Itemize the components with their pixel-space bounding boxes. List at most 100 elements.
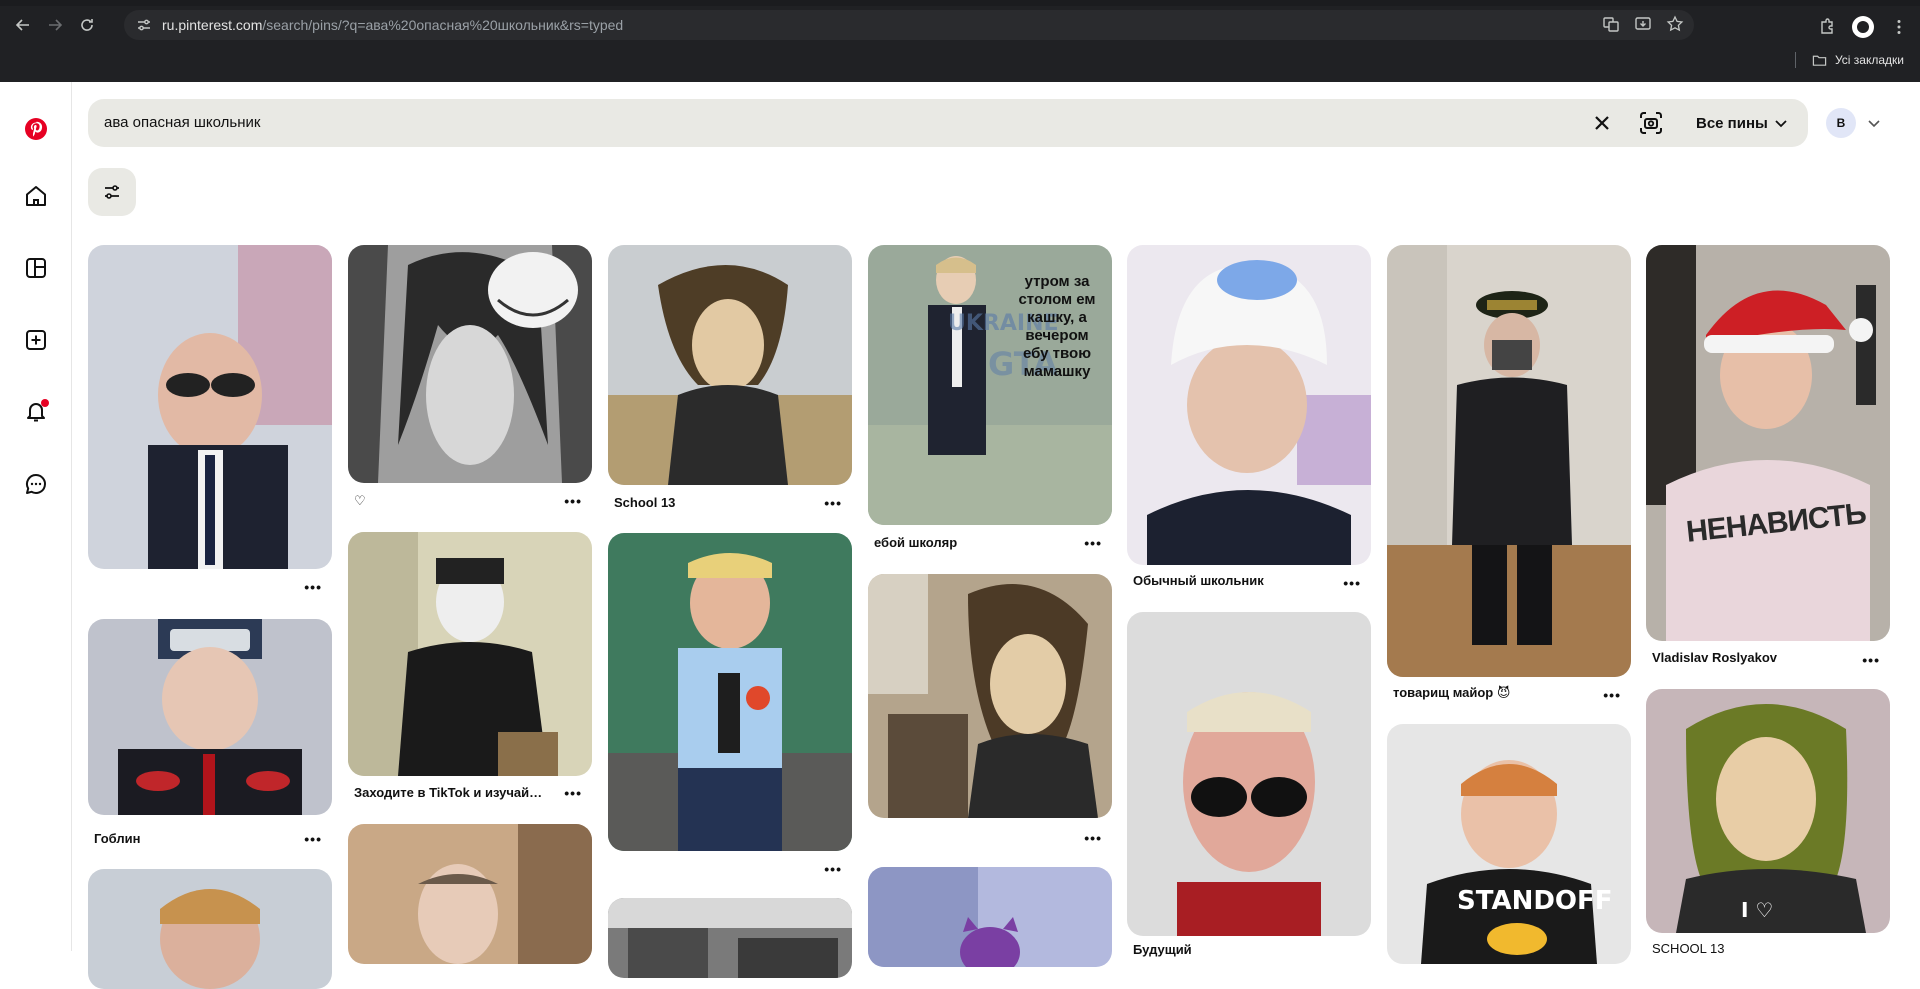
notification-dot bbox=[41, 399, 49, 407]
pin-more-button[interactable]: ••• bbox=[564, 785, 582, 801]
pin-title: ебой школяр bbox=[874, 535, 958, 550]
sidebar-item-notifications[interactable] bbox=[16, 392, 56, 432]
translate-icon[interactable] bbox=[1602, 15, 1620, 33]
extensions-icon[interactable] bbox=[1818, 18, 1836, 36]
svg-text:I ♡: I ♡ bbox=[1741, 898, 1773, 922]
pinterest-logo[interactable] bbox=[16, 109, 56, 149]
pin-image[interactable] bbox=[608, 898, 852, 978]
pin-more-button[interactable]: ••• bbox=[304, 831, 322, 847]
account-chevron-icon[interactable] bbox=[1866, 115, 1882, 131]
pin-card[interactable]: Гоблин ••• bbox=[88, 619, 332, 849]
pin-card[interactable]: ♡ ••• bbox=[348, 245, 592, 515]
search-input[interactable]: ава опасная школьник bbox=[104, 99, 260, 147]
forward-button[interactable] bbox=[42, 12, 68, 38]
all-bookmarks[interactable]: Усі закладки bbox=[1794, 52, 1904, 68]
pin-card[interactable]: ••• bbox=[868, 574, 1112, 846]
pin-image[interactable] bbox=[348, 824, 592, 964]
search-bar[interactable]: ава опасная школьник Все пины bbox=[88, 99, 1808, 147]
pin-image[interactable] bbox=[608, 245, 852, 485]
pin-image[interactable] bbox=[1387, 245, 1631, 677]
pin-more-button[interactable]: ••• bbox=[824, 861, 842, 877]
back-button[interactable] bbox=[10, 12, 36, 38]
pin-card[interactable]: НЕНАВИСТЬ Vladislav Roslyakov ••• bbox=[1646, 245, 1890, 668]
pin-card[interactable] bbox=[608, 898, 852, 978]
reload-button[interactable] bbox=[74, 12, 100, 38]
pin-more-button[interactable]: ••• bbox=[304, 579, 322, 595]
chat-bubble-icon bbox=[26, 474, 46, 494]
pin-card[interactable]: ••• bbox=[88, 245, 332, 605]
bookmarks-label: Усі закладки bbox=[1834, 53, 1904, 67]
browser-chrome: ru.pinterest.com/search/pins/?q=ава%20оп… bbox=[0, 0, 1920, 82]
pin-more-button[interactable]: ••• bbox=[564, 493, 582, 509]
pin-more-button[interactable]: ••• bbox=[1084, 830, 1102, 846]
pin-image[interactable] bbox=[348, 532, 592, 776]
pin-card[interactable]: Будущий bbox=[1127, 612, 1371, 957]
pin-card[interactable]: Обычный школьник ••• bbox=[1127, 245, 1371, 591]
explore-grid-icon bbox=[26, 258, 46, 278]
pin-image[interactable] bbox=[868, 574, 1112, 818]
sidebar-item-home[interactable] bbox=[16, 176, 56, 216]
url-path: /search/pins/?q=ава%20опасная%20школьник… bbox=[262, 17, 624, 33]
avatar[interactable]: B bbox=[1826, 108, 1856, 138]
pin-image[interactable] bbox=[348, 245, 592, 483]
install-app-icon[interactable] bbox=[1634, 15, 1652, 33]
arrow-right-icon bbox=[49, 19, 63, 31]
pin-card[interactable]: STANDOFF bbox=[1387, 724, 1631, 964]
pin-image[interactable] bbox=[88, 245, 332, 569]
pin-image[interactable] bbox=[868, 867, 1112, 967]
pin-card[interactable]: товарищ майор 😈 ••• bbox=[1387, 245, 1631, 715]
arrow-left-icon bbox=[15, 19, 29, 31]
address-bar[interactable]: ru.pinterest.com/search/pins/?q=ава%20оп… bbox=[124, 10, 1694, 40]
pin-more-button[interactable]: ••• bbox=[1862, 652, 1880, 668]
pin-card[interactable] bbox=[88, 869, 332, 989]
pin-title: School 13 bbox=[614, 495, 676, 510]
svg-text:STANDOFF: STANDOFF bbox=[1457, 886, 1613, 916]
pin-card[interactable]: Заходите в TikTok и изучайте... ••• bbox=[348, 532, 592, 802]
pin-card[interactable] bbox=[348, 824, 592, 964]
chevron-down-icon bbox=[1775, 120, 1787, 128]
pin-type-label: Все пины bbox=[1696, 114, 1768, 132]
pin-card[interactable]: ••• bbox=[608, 533, 852, 878]
pin-overlay-text: утром за столом ем кашку, а вечером ебу … bbox=[1018, 273, 1096, 380]
pin-image[interactable]: STANDOFF bbox=[1387, 724, 1631, 964]
pin-image[interactable]: I ♡ bbox=[1646, 689, 1890, 933]
close-icon[interactable] bbox=[1590, 111, 1614, 135]
sidebar-item-explore[interactable] bbox=[16, 248, 56, 288]
pin-image[interactable] bbox=[1127, 245, 1371, 565]
pin-title: Обычный школьник bbox=[1133, 573, 1264, 588]
pin-more-button[interactable]: ••• bbox=[824, 495, 842, 511]
pin-card[interactable]: School 13 ••• bbox=[608, 245, 852, 515]
pin-more-button[interactable]: ••• bbox=[1084, 535, 1102, 551]
pin-more-button[interactable]: ••• bbox=[1343, 575, 1361, 591]
home-icon bbox=[26, 186, 46, 206]
pin-image[interactable] bbox=[88, 869, 332, 989]
pin-image[interactable] bbox=[1127, 612, 1371, 936]
sliders-icon bbox=[105, 185, 119, 199]
pin-card[interactable]: I ♡ SCHOOL 13 bbox=[1646, 689, 1890, 956]
pin-image[interactable] bbox=[1646, 245, 1890, 641]
pin-title: ♡ bbox=[354, 493, 366, 508]
filters-button[interactable] bbox=[88, 168, 136, 216]
bookmark-star-icon[interactable] bbox=[1666, 15, 1684, 33]
sidebar bbox=[0, 82, 72, 951]
bookmarks-divider bbox=[1794, 52, 1796, 68]
pin-title: Будущий bbox=[1133, 942, 1192, 957]
pin-type-dropdown[interactable]: Все пины bbox=[1696, 99, 1788, 147]
profile-icon[interactable] bbox=[1852, 16, 1874, 38]
pin-title: Vladislav Roslyakov bbox=[1652, 650, 1778, 665]
pin-more-button[interactable]: ••• bbox=[1603, 687, 1621, 703]
sidebar-item-create[interactable] bbox=[16, 320, 56, 360]
site-settings-icon[interactable] bbox=[136, 17, 152, 33]
sidebar-item-messages[interactable] bbox=[16, 464, 56, 504]
pin-image[interactable] bbox=[88, 619, 332, 815]
pin-card[interactable]: UKRAINE GTA утром за столом ем кашку, а в… bbox=[868, 245, 1112, 555]
camera-search-icon[interactable] bbox=[1638, 110, 1664, 136]
menu-dots-icon[interactable] bbox=[1890, 18, 1908, 36]
reload-icon bbox=[81, 19, 93, 31]
pin-image[interactable] bbox=[608, 533, 852, 851]
pin-card[interactable] bbox=[868, 867, 1112, 967]
browser-toolbar: ru.pinterest.com/search/pins/?q=ава%20оп… bbox=[0, 6, 1920, 44]
pin-title: товарищ майор 😈 bbox=[1393, 685, 1511, 700]
pin-title: Гоблин bbox=[94, 831, 141, 846]
pin-title: Заходите в TikTok и изучайте... bbox=[354, 785, 544, 800]
